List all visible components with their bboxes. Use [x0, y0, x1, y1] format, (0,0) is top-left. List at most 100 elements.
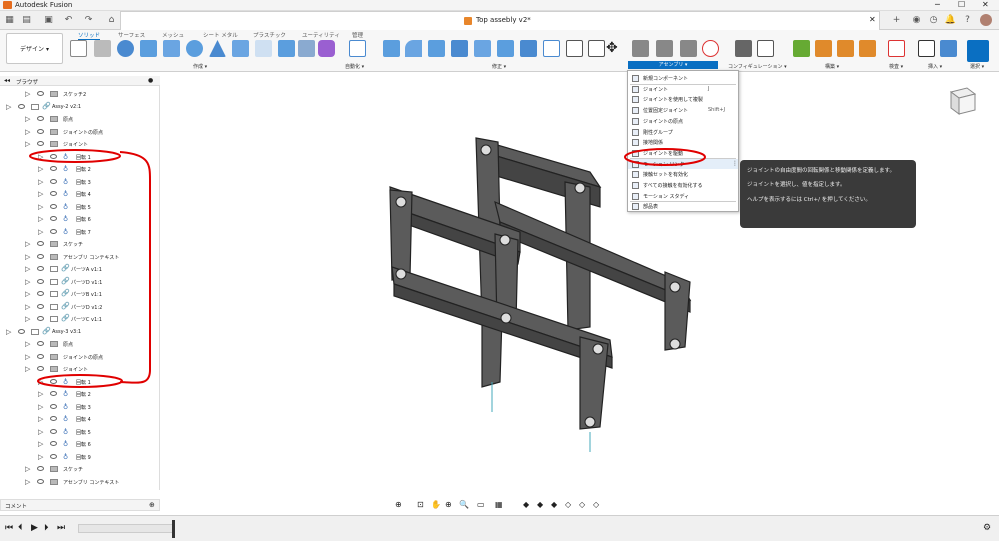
- group-configuration[interactable]: コンフィギュレーション ▾: [728, 63, 787, 70]
- revolve-icon[interactable]: [117, 40, 134, 57]
- insert-image-icon[interactable]: [940, 40, 957, 57]
- timeline-end-icon[interactable]: ⏭: [57, 523, 65, 533]
- configuration-table-icon[interactable]: [757, 40, 774, 57]
- insert-derive-icon[interactable]: [918, 40, 935, 57]
- look-at-icon[interactable]: ⊡: [417, 500, 424, 509]
- offset-face-icon[interactable]: [543, 40, 560, 57]
- expand-arrow-icon[interactable]: ▷: [25, 115, 30, 123]
- menu-item[interactable]: 部品表: [628, 201, 738, 212]
- visibility-eye-icon[interactable]: [50, 416, 57, 421]
- timeline-prev-icon[interactable]: ⏴: [18, 523, 23, 533]
- comments-panel[interactable]: コメント ⊕: [0, 499, 160, 511]
- vertex-icon[interactable]: ◇: [593, 500, 599, 509]
- joint-row[interactable]: ▷ ♁ 回転 3: [0, 401, 160, 414]
- view-cube[interactable]: [945, 82, 979, 116]
- settings-gear-icon[interactable]: ⚙: [983, 523, 991, 533]
- close-window-icon[interactable]: ✕: [982, 0, 989, 9]
- press-pull-icon[interactable]: [383, 40, 400, 57]
- help-icon[interactable]: ?: [961, 14, 974, 26]
- menu-item[interactable]: モーション スタディ: [628, 191, 738, 202]
- timeline-marker[interactable]: [172, 520, 175, 538]
- browser-row[interactable]: ▷ 原点: [0, 113, 160, 126]
- visibility-eye-icon[interactable]: [18, 103, 25, 109]
- add-comment-icon[interactable]: ⊕: [149, 501, 155, 509]
- part-link-long[interactable]: [494, 200, 692, 302]
- joint-row[interactable]: ▷ ♁ 回転 4: [0, 413, 160, 426]
- fillet-icon[interactable]: [405, 40, 422, 57]
- zoom-icon[interactable]: ⊕: [445, 500, 452, 509]
- split-body-icon[interactable]: [588, 40, 605, 57]
- tangent-plane-icon[interactable]: [837, 40, 854, 57]
- replace-face-icon[interactable]: [566, 40, 583, 57]
- face-icon[interactable]: ◇: [565, 500, 571, 509]
- group-assemble[interactable]: アセンブリ ▾: [628, 61, 718, 69]
- visibility-eye-icon[interactable]: [37, 466, 44, 471]
- save-icon[interactable]: ▣: [42, 14, 55, 26]
- body-icon[interactable]: ◆: [551, 500, 557, 509]
- configure-icon[interactable]: [735, 40, 752, 57]
- extrude-icon[interactable]: [94, 40, 111, 57]
- automate-icon[interactable]: [349, 40, 366, 57]
- combine-icon[interactable]: [520, 40, 537, 57]
- display-settings-icon[interactable]: ▭: [477, 500, 485, 509]
- draft-icon[interactable]: [474, 40, 491, 57]
- expand-arrow-icon[interactable]: ▷: [38, 415, 43, 423]
- motion-study-icon[interactable]: [702, 40, 719, 57]
- tab-sheet-metal[interactable]: シート メタル: [203, 31, 238, 39]
- component-row[interactable]: ▷ Assy-2 v2:1 🔗: [0, 101, 160, 114]
- group-create[interactable]: 作成 ▾: [193, 63, 207, 70]
- menu-item[interactable]: 位置固定ジョイント Shift+J: [628, 105, 738, 116]
- group-construct[interactable]: 構築 ▾: [825, 63, 839, 70]
- new-tab-icon[interactable]: +: [890, 14, 903, 26]
- close-tab-icon[interactable]: ✕: [869, 15, 876, 24]
- chamfer-icon[interactable]: [428, 40, 445, 57]
- menu-item[interactable]: 新規コンポーネント: [628, 73, 738, 84]
- tab-utilities[interactable]: ユーティリティ: [302, 31, 340, 39]
- viewport[interactable]: [160, 72, 999, 512]
- shell-icon[interactable]: [451, 40, 468, 57]
- more-options-icon[interactable]: ⋮: [732, 160, 738, 167]
- visibility-eye-icon[interactable]: [50, 453, 57, 459]
- timeline-next-icon[interactable]: ⏵: [44, 523, 49, 533]
- form-icon[interactable]: [298, 40, 315, 57]
- edge-icon[interactable]: ◇: [579, 500, 585, 509]
- select-tool-icon[interactable]: [967, 40, 989, 62]
- box-icon[interactable]: [163, 40, 180, 57]
- loft-icon[interactable]: [232, 40, 249, 57]
- visibility-eye-icon[interactable]: [37, 116, 44, 121]
- redo-icon[interactable]: ↷: [82, 14, 95, 26]
- menu-item[interactable]: ジョイントを使用して複製: [628, 94, 738, 105]
- cone-icon[interactable]: [209, 40, 226, 57]
- menu-item[interactable]: 接触セットを有効化: [628, 169, 738, 180]
- create-plugin-icon[interactable]: [318, 40, 335, 57]
- joint-row[interactable]: ▷ ♁ 回転 5: [0, 426, 160, 439]
- visibility-eye-icon[interactable]: [50, 403, 57, 409]
- expand-arrow-icon[interactable]: ▷: [25, 465, 30, 473]
- visibility-eye-icon[interactable]: [50, 428, 57, 434]
- maximize-icon[interactable]: ☐: [958, 0, 965, 9]
- group-select[interactable]: 選択 ▾: [970, 63, 984, 70]
- group-inspect[interactable]: 検査 ▾: [889, 63, 903, 70]
- expand-arrow-icon[interactable]: ▷: [38, 453, 43, 461]
- timeline-features[interactable]: [78, 524, 173, 533]
- group-insert[interactable]: 挿入 ▾: [928, 63, 942, 70]
- notification-icon[interactable]: 🔔: [944, 14, 957, 26]
- menu-item[interactable]: ジョイント J: [628, 84, 738, 95]
- visibility-eye-icon[interactable]: [37, 128, 44, 134]
- visibility-eye-icon[interactable]: [37, 478, 44, 484]
- new-component-icon[interactable]: [632, 40, 649, 57]
- expand-arrow-icon[interactable]: ▷: [25, 128, 30, 136]
- browser-row[interactable]: ▷ スケッチ2: [0, 88, 160, 101]
- tab-solid[interactable]: ソリッド: [78, 31, 101, 40]
- as-built-joint-icon[interactable]: [680, 40, 697, 57]
- group-modify[interactable]: 修正 ▾: [492, 63, 506, 70]
- offset-plane-icon[interactable]: [793, 40, 810, 57]
- file-menu-icon[interactable]: ▤: [20, 14, 33, 26]
- new-sketch-icon[interactable]: [70, 40, 87, 57]
- mirror-icon[interactable]: [278, 40, 295, 57]
- orbit-icon[interactable]: ⊕: [395, 500, 402, 509]
- timeline-play-icon[interactable]: ▶: [31, 523, 38, 533]
- expand-arrow-icon[interactable]: ▷: [38, 403, 43, 411]
- pattern-icon[interactable]: [255, 40, 272, 57]
- menu-item[interactable]: すべての接触を有効化する: [628, 180, 738, 191]
